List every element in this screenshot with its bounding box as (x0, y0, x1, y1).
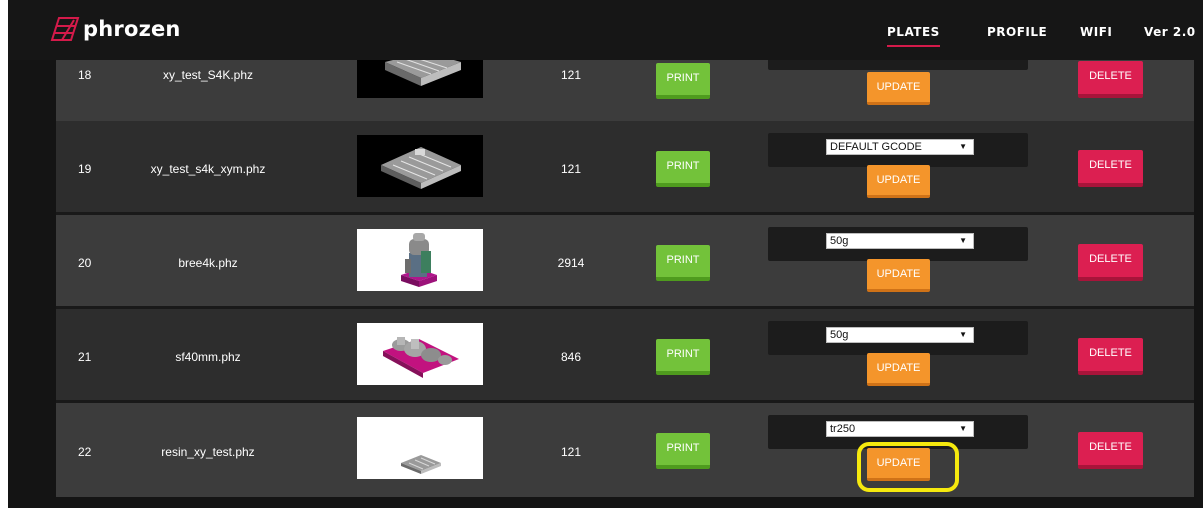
plate-thumbnail (357, 56, 483, 98)
row-layers: 121 (560, 162, 582, 176)
brand-name: phrozen (83, 17, 181, 41)
row-number: 18 (78, 68, 92, 82)
version-label: Ver 2.0 (1144, 25, 1196, 39)
delete-button[interactable]: DELETE (1078, 338, 1143, 375)
gcode-panel: 50g ▼ (768, 321, 1028, 355)
delete-button[interactable]: DELETE (1078, 61, 1143, 98)
gcode-select-value: 50g (830, 235, 849, 247)
print-button[interactable]: PRINT (656, 151, 710, 187)
table-row: 20 bree4k.phz 2914 PRINT 50g ▼ UPDATE DE… (56, 215, 1194, 309)
gcode-select[interactable]: DEFAULT GCODE ▼ (826, 139, 974, 155)
update-button[interactable]: UPDATE (867, 72, 930, 105)
dropdown-arrow-icon: ▼ (959, 236, 967, 245)
update-button[interactable]: UPDATE (867, 165, 930, 198)
plate-thumbnail (357, 417, 483, 479)
delete-button[interactable]: DELETE (1078, 432, 1143, 469)
gcode-select[interactable]: 50g ▼ (826, 327, 974, 343)
gcode-select-value: DEFAULT GCODE (830, 141, 922, 153)
dropdown-arrow-icon: ▼ (959, 142, 967, 151)
app-frame: 18 xy_test_S4K.phz 121 PRINT UPDATE DELE… (8, 0, 1203, 508)
plate-thumbnail (357, 323, 483, 385)
table-row: 22 resin_xy_test.phz 121 PRINT tr250 ▼ U… (56, 403, 1194, 497)
row-layers: 846 (560, 350, 582, 364)
nav-profile[interactable]: PROFILE (987, 25, 1047, 39)
dropdown-arrow-icon: ▼ (959, 330, 967, 339)
row-filename: xy_test_s4k_xym.phz (150, 162, 266, 176)
table-row: 19 xy_test_s4k_xym.phz 121 PRINT DEFAULT… (56, 121, 1194, 215)
row-filename: xy_test_S4K.phz (162, 68, 254, 82)
row-number: 22 (78, 445, 92, 459)
dropdown-arrow-icon: ▼ (959, 424, 967, 433)
row-filename: sf40mm.phz (175, 350, 241, 364)
update-highlight-annotation (857, 442, 959, 492)
gcode-select-value: tr250 (830, 423, 856, 435)
update-button[interactable]: UPDATE (867, 259, 930, 292)
row-filename: bree4k.phz (178, 256, 238, 270)
nav-plates[interactable]: PLATES (887, 25, 940, 47)
row-layers: 121 (560, 68, 582, 82)
row-number: 21 (78, 350, 92, 364)
row-layers: 121 (560, 445, 582, 459)
phrozen-logo-icon (50, 17, 80, 41)
nav-wifi[interactable]: WIFI (1080, 25, 1112, 39)
delete-button[interactable]: DELETE (1078, 150, 1143, 187)
gcode-select[interactable]: 50g ▼ (826, 233, 974, 249)
nav-plates-label: PLATES (887, 25, 940, 39)
brand-logo[interactable]: phrozen (50, 16, 181, 42)
print-button[interactable]: PRINT (656, 63, 710, 99)
update-button[interactable]: UPDATE (867, 353, 930, 386)
print-button[interactable]: PRINT (656, 433, 710, 469)
plate-thumbnail (357, 229, 483, 291)
top-nav-bar: phrozen PLATES PROFILE WIFI Ver 2.0 (8, 0, 1203, 60)
gcode-panel: DEFAULT GCODE ▼ (768, 133, 1028, 167)
row-number: 19 (78, 162, 92, 176)
gcode-select-value: 50g (830, 329, 849, 341)
row-number: 20 (78, 256, 92, 270)
table-row: 21 sf40mm.phz 846 PRINT 50g ▼ UPDATE DEL… (56, 309, 1194, 403)
gcode-select[interactable]: tr250 ▼ (826, 421, 974, 437)
print-button[interactable]: PRINT (656, 339, 710, 375)
print-button[interactable]: PRINT (656, 245, 710, 281)
active-tab-indicator (887, 45, 940, 47)
row-filename: resin_xy_test.phz (161, 445, 255, 459)
gcode-panel: 50g ▼ (768, 227, 1028, 261)
row-layers: 2914 (557, 256, 585, 270)
delete-button[interactable]: DELETE (1078, 244, 1143, 281)
plate-thumbnail (357, 135, 483, 197)
